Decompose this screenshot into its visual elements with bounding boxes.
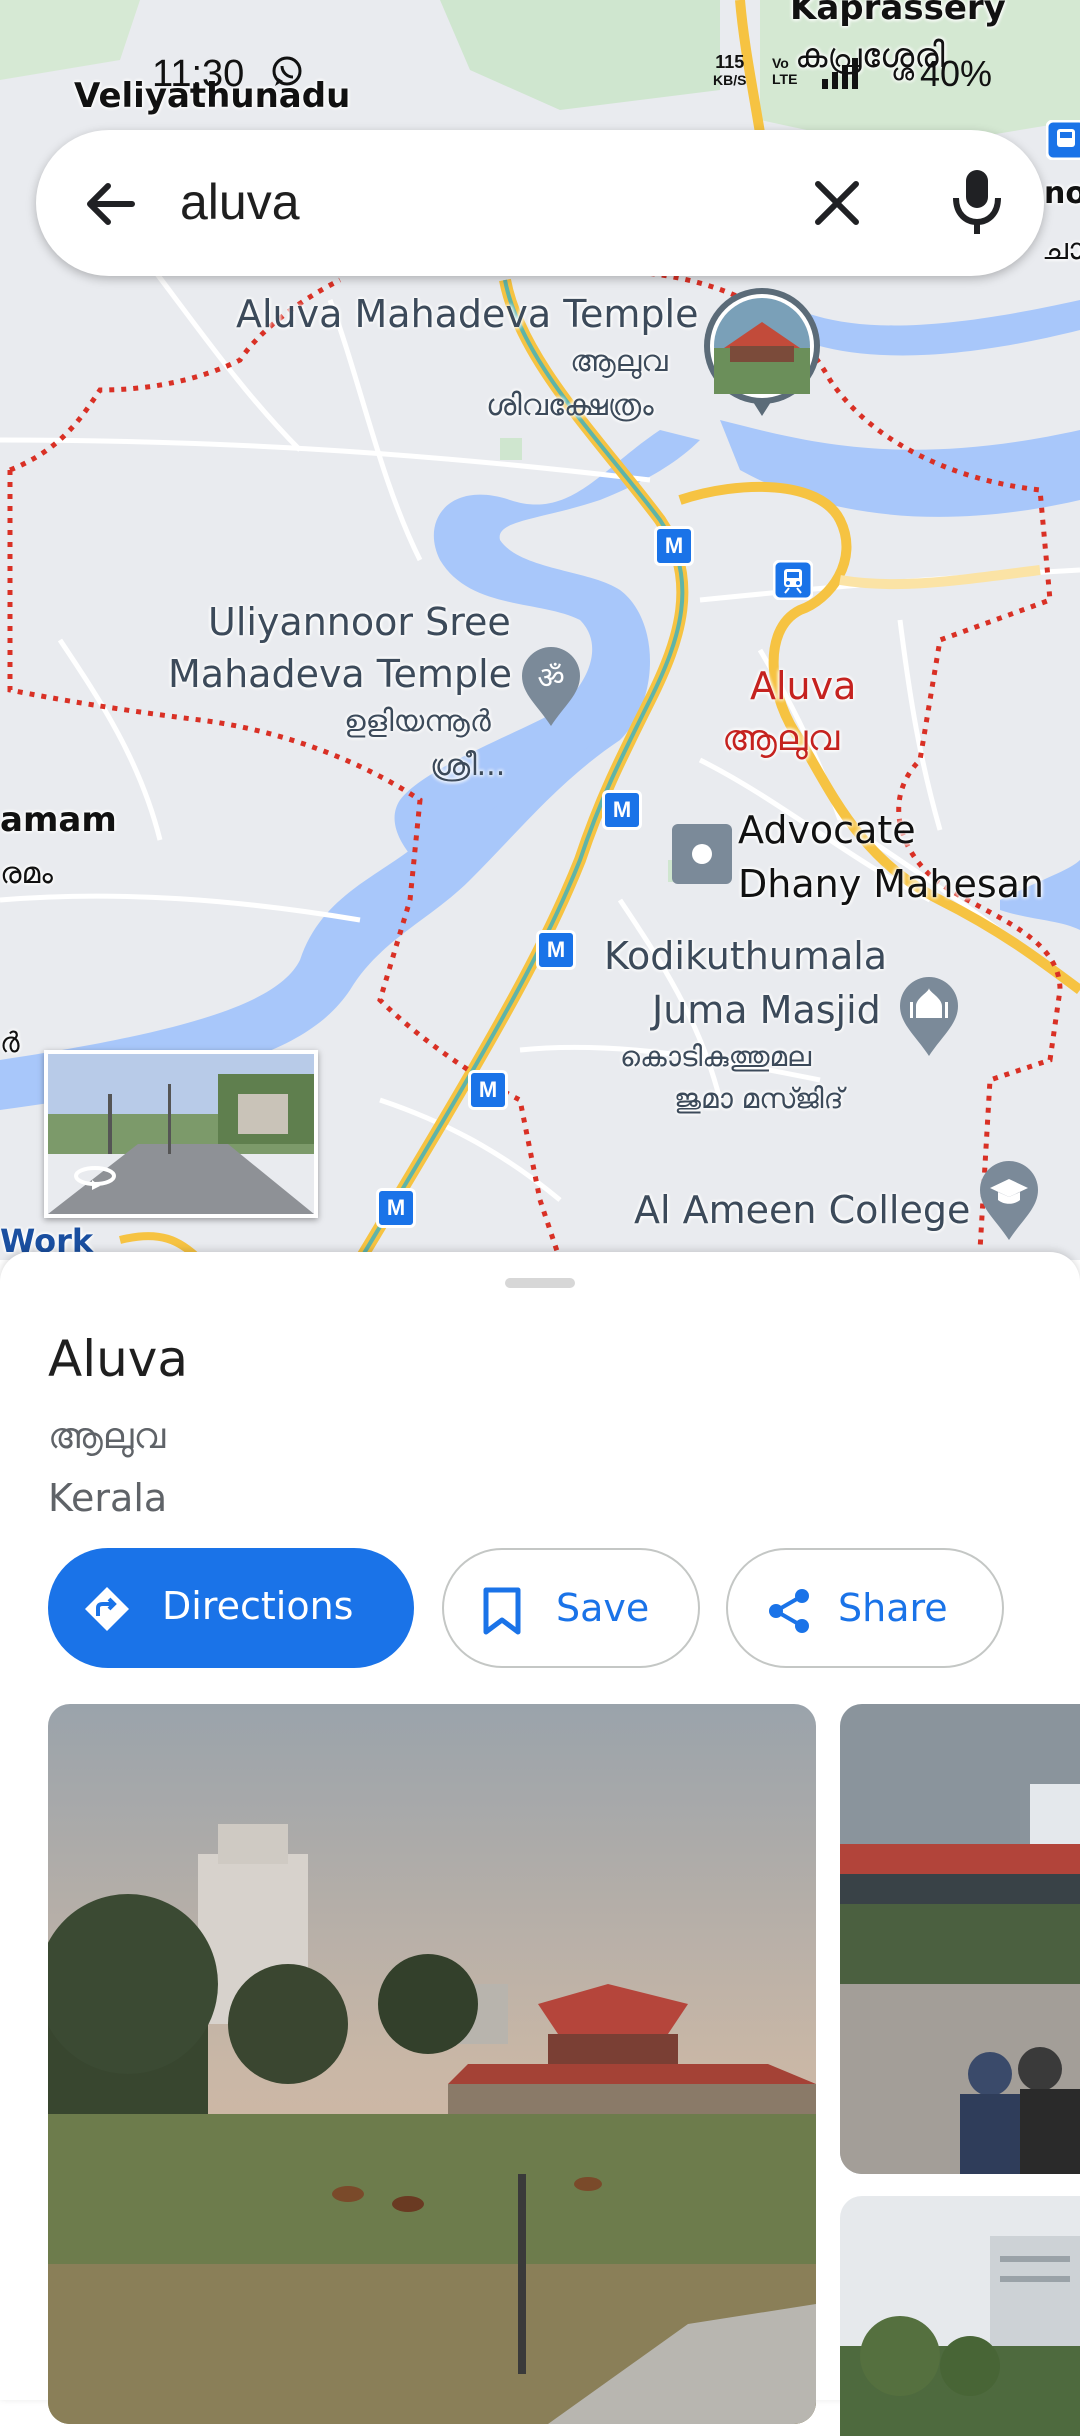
map-label-aluva-local: ആലുവ: [722, 718, 840, 759]
map-label-right-edge-local: ചാ: [1042, 232, 1080, 267]
place-local-name: ആലുവ: [48, 1416, 166, 1457]
place-square-icon: [672, 824, 732, 884]
temple-photo-pin[interactable]: [702, 286, 822, 430]
street-view-360-icon: [74, 1166, 116, 1190]
microphone-icon[interactable]: [946, 166, 1008, 238]
map-label-uliyannoor-local-1: ഉളിയന്നൂർ: [344, 704, 491, 739]
map-label-aluva[interactable]: Aluva: [750, 664, 856, 708]
share-label: Share: [838, 1586, 948, 1630]
aluva-temple-photo: [48, 1704, 816, 2424]
metro-station-icon[interactable]: M: [468, 1070, 508, 1110]
volte-bottom: LTE: [772, 71, 798, 87]
map-label-masjid-local-2: ജുമാ മസ്ജിദ്: [674, 1082, 844, 1115]
network-speed-unit: KB/S: [713, 72, 747, 88]
sheet-drag-handle[interactable]: [505, 1278, 575, 1288]
train-station-pin[interactable]: [772, 559, 814, 604]
bookmark-icon: [483, 1587, 521, 1635]
map-label-advocate-2[interactable]: Dhany Mahesan: [738, 862, 1044, 906]
signal-icon: [822, 58, 858, 89]
train-station-edge-pin[interactable]: [1045, 119, 1080, 164]
map-label-college[interactable]: Al Ameen College: [634, 1188, 970, 1232]
place-region: Kerala: [48, 1476, 168, 1520]
map-label-uliyannoor-local-2: ശ്രീ...: [430, 748, 506, 783]
search-bar[interactable]: [36, 130, 1044, 276]
map-label-right-edge: no: [1044, 176, 1080, 211]
share-button[interactable]: Share: [726, 1548, 1004, 1668]
map-label-temple-local-1: ആലുവ: [570, 344, 668, 379]
status-bar: 11:30 115 KB/S Vo LTE 40%: [0, 45, 1080, 105]
share-icon: [769, 1589, 809, 1633]
place-sheet[interactable]: Aluva ആലുവ Kerala Directions Save Share: [0, 1252, 1080, 2436]
save-button[interactable]: Save: [442, 1548, 700, 1668]
map-label-masjid-local-1: കൊടികുത്തുമല: [620, 1040, 812, 1073]
aluva-bridge-photo: [840, 1704, 1080, 2174]
whatsapp-icon: [272, 56, 302, 86]
mosque-icon: [900, 977, 958, 1056]
map-label-left-edge-local: രമം: [0, 856, 53, 891]
network-speed-value: 115: [715, 52, 745, 72]
om-icon: ॐ: [522, 647, 580, 726]
place-photo-bridge[interactable]: [840, 1704, 1080, 2174]
metro-station-icon[interactable]: M: [654, 526, 694, 566]
directions-label: Directions: [162, 1584, 354, 1628]
network-speed: 115 KB/S: [713, 53, 746, 89]
college-pin[interactable]: [978, 1160, 1040, 1246]
map-label-masjid-1[interactable]: Kodikuthumala: [604, 934, 887, 978]
volte-indicator: Vo LTE: [772, 55, 797, 87]
aluva-skyline-photo: [840, 2196, 1080, 2436]
save-label: Save: [556, 1586, 650, 1630]
map-label-advocate-1[interactable]: Advocate: [738, 808, 916, 852]
map-label-left-edge: amam: [0, 800, 117, 840]
place-photo-skyline[interactable]: [840, 2196, 1080, 2436]
directions-button[interactable]: Directions: [48, 1548, 414, 1668]
status-time: 11:30: [152, 53, 245, 95]
map-label-kaprassery: Kaprassery: [790, 0, 1006, 28]
graduation-cap-icon: [980, 1161, 1038, 1240]
temple-photo-marker-icon: [704, 288, 820, 416]
volte-top: Vo: [772, 55, 789, 71]
place-photo-main[interactable]: [48, 1704, 816, 2424]
map-label-left-edge-small: ർ: [0, 1026, 20, 1059]
advocate-pin[interactable]: [670, 822, 734, 890]
back-arrow-icon[interactable]: [80, 174, 140, 234]
mosque-pin[interactable]: [898, 976, 960, 1062]
svg-text:ॐ: ॐ: [537, 661, 564, 696]
battery-level: 40%: [920, 53, 993, 94]
train-icon: [772, 559, 814, 601]
map-label-temple-local-2: ശിവക്ഷേത്രം: [486, 388, 654, 423]
map-label-uliyannoor-2[interactable]: Mahadeva Temple: [168, 652, 512, 696]
metro-station-icon[interactable]: M: [536, 930, 576, 970]
search-input[interactable]: [180, 170, 800, 234]
place-name: Aluva: [48, 1330, 189, 1388]
street-view-thumbnail[interactable]: [44, 1050, 318, 1218]
train-icon: [1045, 119, 1080, 161]
metro-station-icon[interactable]: M: [376, 1188, 416, 1228]
directions-icon: [85, 1587, 129, 1631]
map-label-masjid-2[interactable]: Juma Masjid: [652, 988, 881, 1032]
map-label-temple[interactable]: Aluva Mahadeva Temple: [236, 292, 699, 336]
close-icon[interactable]: [806, 172, 868, 234]
map-label-uliyannoor-1[interactable]: Uliyannoor Sree: [208, 600, 511, 644]
hindu-temple-pin[interactable]: ॐ: [520, 646, 582, 732]
metro-station-icon[interactable]: M: [602, 790, 642, 830]
